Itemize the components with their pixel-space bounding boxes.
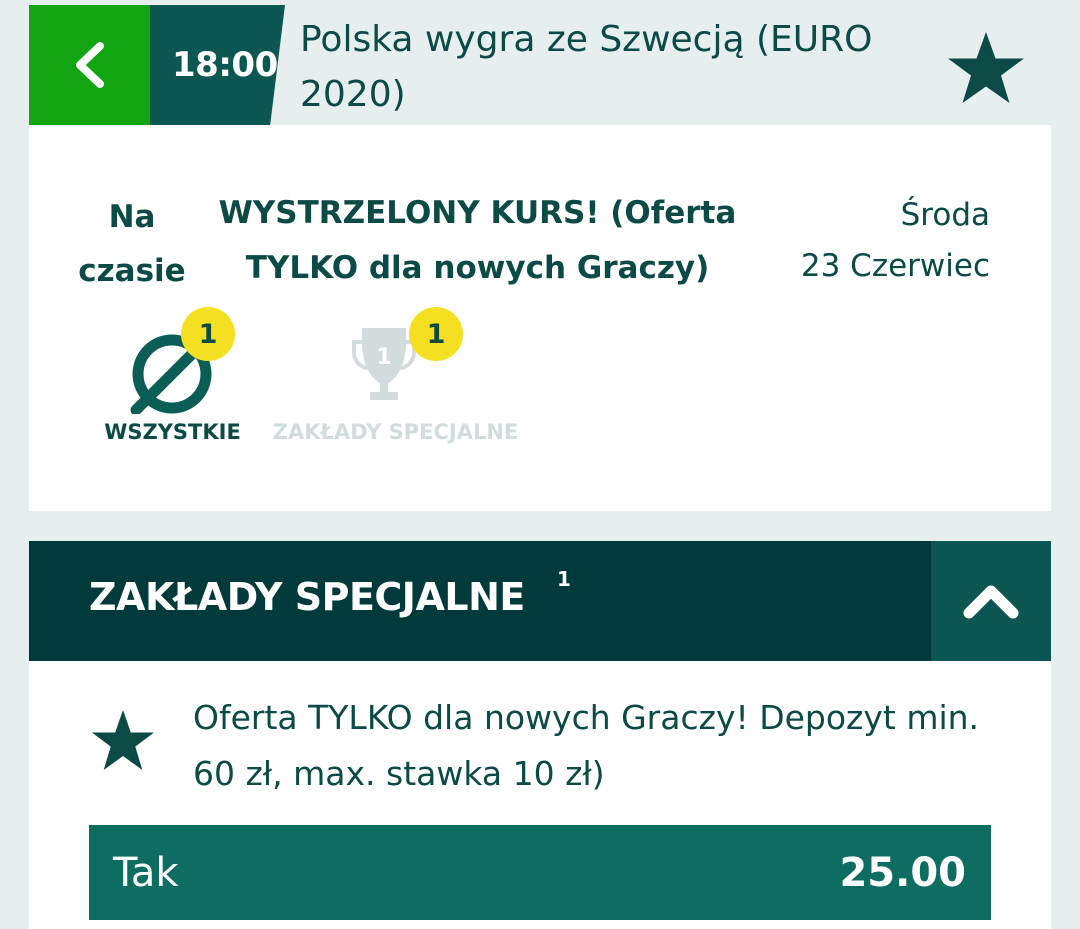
event-header: 18:00 Polska wygra ze Szwecją (EURO 2020… [0, 0, 1080, 125]
collapse-button[interactable] [931, 541, 1051, 661]
event-time-text: 18:00 [172, 45, 278, 85]
filter-special-bets[interactable]: 1 1 ZAKŁADY SPECJALNE [268, 307, 523, 450]
event-title: Polska wygra ze Szwecją (EURO 2020) [300, 19, 873, 115]
promo-title: WYSTRZELONY KURS! (Oferta TYLKO dla nowy… [200, 186, 755, 296]
live-status: Na czasie [72, 190, 192, 298]
filter-special-label: ZAKŁADY SPECJALNE [272, 420, 519, 444]
chevron-up-icon [963, 585, 1019, 619]
trophy-number: 1 [376, 345, 391, 370]
filter-special-count-badge: 1 [409, 307, 463, 361]
filter-all-label: WSZYSTKIE [104, 420, 241, 444]
market-favorite-star-icon[interactable] [90, 708, 156, 772]
live-status-line1: Na [108, 199, 156, 235]
promo-title-line2: TYLKO dla nowych Graczy) [245, 250, 710, 286]
chevron-left-icon [75, 42, 104, 88]
market-group-title: ZAKŁADY SPECJALNE [89, 575, 525, 619]
odds-button[interactable]: Tak 25.00 [89, 825, 991, 920]
promo-title-line1: WYSTRZELONY KURS! (Oferta [218, 195, 737, 231]
filter-all-count-badge: 1 [181, 307, 235, 361]
market-group-count: 1 [557, 567, 571, 591]
odds-value: 25.00 [839, 849, 966, 896]
event-day: Środa [900, 197, 990, 233]
market-group-header[interactable]: ZAKŁADY SPECJALNE 1 [29, 541, 1051, 661]
event-date: Środa 23 Czerwiec [760, 190, 990, 292]
market-description: Oferta TYLKO dla nowych Graczy! Depozyt … [193, 698, 980, 793]
event-time: 18:00 [150, 5, 285, 125]
filter-all-markets[interactable]: 1 WSZYSTKIE [100, 307, 245, 450]
outcome-label: Tak [113, 849, 179, 896]
back-button[interactable] [29, 5, 150, 125]
event-date-text: 23 Czerwiec [800, 248, 990, 284]
favorite-star-icon[interactable] [946, 30, 1026, 105]
live-status-line2: czasie [78, 253, 186, 289]
